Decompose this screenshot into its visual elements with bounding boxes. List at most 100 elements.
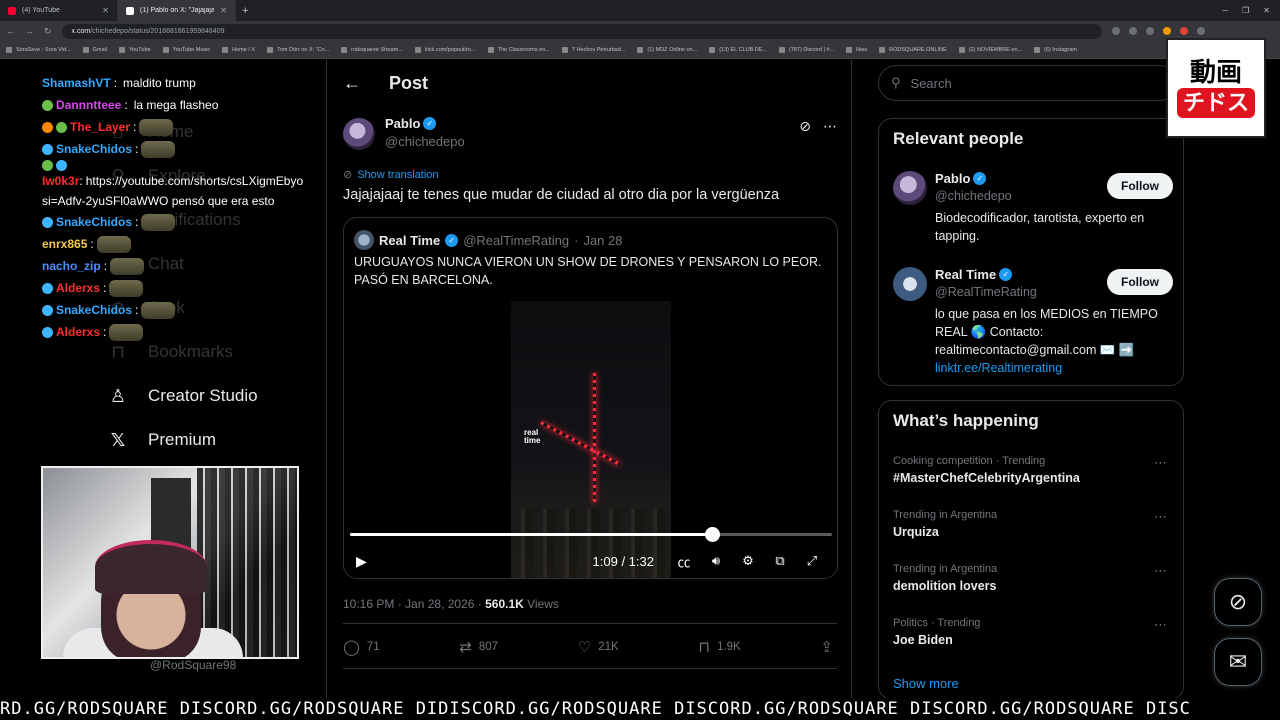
chat-username[interactable]: ShamashVT: [42, 72, 111, 94]
bookmark-item[interactable]: Tom Dörr on X: "Co...: [267, 46, 329, 53]
follow-button[interactable]: Follow: [1107, 173, 1173, 199]
bookmark-item[interactable]: (1) MDZ Online on...: [637, 46, 697, 53]
video-player[interactable]: real time ▶ 1:09 / 1:32 ㏄ 🔊︎ ⚙ ⧉ ⤢: [344, 301, 837, 578]
bookmark-item[interactable]: RODSQUARE.ONLINE: [879, 46, 947, 53]
more-dots-icon[interactable]: ⋯: [823, 118, 837, 135]
browser-tab-x-post[interactable]: (1) Pablo on X: "Jajajajaaj te ten ✕: [118, 0, 236, 21]
search-input[interactable]: ⚲ Search: [878, 65, 1178, 101]
video-progress-bar[interactable]: [350, 527, 832, 542]
post-timestamp[interactable]: 10:16 PM · Jan 28, 2026 ·: [343, 597, 485, 611]
play-icon[interactable]: ▶: [356, 553, 367, 570]
extension-icon[interactable]: [1111, 27, 1120, 35]
bookmark-favicon-icon: [1034, 46, 1041, 53]
extension-icon[interactable]: [1128, 27, 1137, 35]
bookmark-item[interactable]: (2) NOVIEMBRE en...: [958, 46, 1022, 53]
picture-in-picture-icon[interactable]: ⧉: [764, 553, 796, 569]
chat-colon: :: [103, 259, 108, 273]
trend-item[interactable]: Trending in Argentina Urquiza ⋯: [893, 509, 1173, 539]
bookmark-item[interactable]: YouTube Music: [162, 46, 210, 53]
show-more-link[interactable]: Show more: [893, 676, 959, 691]
bookmark-item[interactable]: 7 Hechos Perturbad...: [561, 46, 625, 53]
trend-item[interactable]: Cooking competition · Trending #MasterCh…: [893, 455, 1173, 485]
trend-item[interactable]: Trending in Argentina demolition lovers …: [893, 563, 1173, 593]
nav-creator-studio[interactable]: ♙ Creator Studio: [106, 384, 258, 408]
author-avatar[interactable]: [343, 118, 375, 150]
bookmark-button[interactable]: ⊓ 1.9K: [698, 638, 740, 656]
profile-avatar-icon[interactable]: [1196, 27, 1205, 35]
url-path: /chichedepo/status/2016681861959848409: [90, 27, 225, 35]
captions-icon[interactable]: ㏄: [668, 552, 700, 571]
close-tab-icon[interactable]: ✕: [102, 6, 109, 15]
more-dots-icon[interactable]: ⋯: [1154, 509, 1167, 525]
tab-title: (1) Pablo on X: "Jajajajaaj te ten: [140, 7, 215, 14]
author-handle[interactable]: @chichedepo: [385, 134, 465, 149]
close-tab-icon[interactable]: ✕: [220, 6, 227, 15]
more-dots-icon[interactable]: ⋯: [1154, 617, 1167, 633]
chat-username[interactable]: SnakeChidos: [56, 299, 132, 321]
like-button[interactable]: ♡ 21K: [578, 638, 619, 656]
nav-premium[interactable]: 𝕏 Premium: [106, 428, 216, 452]
video-scrubber-handle[interactable]: [704, 527, 720, 542]
window-controls: ─ ❐ ✕: [1222, 6, 1280, 15]
grok-fab[interactable]: ⊘: [1214, 578, 1262, 626]
nav-label: Premium: [148, 430, 217, 449]
account-handle[interactable]: @RodSquare98: [150, 658, 236, 672]
show-translation-link[interactable]: ⊘ Show translation: [343, 168, 439, 182]
bookmark-item[interactable]: (6) Instagram: [1034, 46, 1077, 53]
chat-username[interactable]: The_Layer: [70, 116, 130, 138]
bookmark-item[interactable]: (13) EL CLUB DE...: [709, 46, 767, 53]
chat-username[interactable]: Alderxs: [56, 277, 100, 299]
chat-username[interactable]: Iw0k3r: [42, 174, 79, 188]
bookmark-favicon-icon: [6, 46, 12, 53]
settings-gear-icon[interactable]: ⚙: [732, 553, 764, 569]
minimize-icon[interactable]: ─: [1222, 6, 1228, 15]
bookmark-item[interactable]: Gmail: [82, 46, 107, 53]
chat-username[interactable]: SnakeChidos: [56, 211, 132, 233]
reload-icon[interactable]: ↻: [44, 26, 52, 37]
watermark-line-2: time: [524, 436, 541, 445]
trend-item[interactable]: Politics · Trending Joe Biden ⋯: [893, 617, 1173, 647]
chat-username[interactable]: nacho_zip: [42, 255, 101, 277]
bookmark-item[interactable]: (787) Discord | #...: [779, 46, 834, 53]
more-dots-icon[interactable]: ⋯: [1154, 455, 1167, 471]
author-name-row[interactable]: Pablo ✓: [385, 116, 465, 131]
arrow-left-icon[interactable]: ←: [343, 73, 361, 94]
bookmark-item[interactable]: The Classrooms en...: [487, 46, 550, 53]
back-nav-icon[interactable]: ←: [6, 26, 15, 36]
chat-username[interactable]: Dannntteee: [56, 94, 121, 116]
chat-username[interactable]: Alderxs: [56, 321, 100, 343]
new-tab-icon[interactable]: +: [236, 5, 254, 17]
bookmark-item[interactable]: likes: [846, 46, 867, 53]
reply-button[interactable]: ◯ 71: [343, 638, 380, 656]
url-field[interactable]: x.com/chichedepo/status/2016681861959848…: [61, 23, 1102, 39]
follow-button[interactable]: Follow: [1107, 269, 1173, 295]
chat-username[interactable]: enrx865: [42, 233, 87, 255]
quote-author-name: Real Time: [379, 232, 441, 248]
close-window-icon[interactable]: ✕: [1263, 6, 1270, 15]
url-host: x.com: [71, 27, 91, 35]
bookmark-item[interactable]: Home / X: [222, 46, 255, 53]
forward-nav-icon[interactable]: →: [25, 26, 34, 36]
messages-fab[interactable]: ✉: [1214, 638, 1262, 686]
extension-icon[interactable]: [1145, 27, 1154, 35]
chat-message: SnakeChidos:: [42, 211, 322, 233]
grok-icon[interactable]: ⊘: [799, 118, 811, 135]
fullscreen-icon[interactable]: ⤢: [796, 553, 828, 569]
maximize-icon[interactable]: ❐: [1242, 6, 1249, 15]
person-bio-link[interactable]: linktr.ee/Realtimerating: [935, 361, 1062, 375]
extension-icon[interactable]: [1179, 27, 1188, 35]
more-dots-icon[interactable]: ⋯: [1154, 563, 1167, 579]
chat-username[interactable]: SnakeChidos: [56, 138, 132, 160]
verified-badge-icon: ✓: [973, 172, 987, 185]
bookmark-item[interactable]: kick.com/popout/ro...: [414, 46, 476, 53]
volume-icon[interactable]: 🔊︎: [700, 553, 732, 569]
quoted-post[interactable]: Real Time ✓ @RealTimeRating · Jan 28 URU…: [343, 217, 838, 579]
nav-bookmarks[interactable]: ⊓ Bookmarks: [106, 340, 233, 364]
bookmark-item[interactable]: YouTube: [119, 46, 151, 53]
extension-icon[interactable]: [1162, 27, 1171, 35]
bookmark-item[interactable]: SoraSave - Sora Vid...: [6, 46, 71, 53]
bookmark-item[interactable]: rodsquaree Stream...: [341, 46, 403, 53]
repost-button[interactable]: ⇄ 807: [459, 638, 498, 656]
browser-tab-youtube[interactable]: (4) YouTube ✕: [0, 0, 118, 21]
share-button[interactable]: ⇪: [820, 638, 833, 656]
